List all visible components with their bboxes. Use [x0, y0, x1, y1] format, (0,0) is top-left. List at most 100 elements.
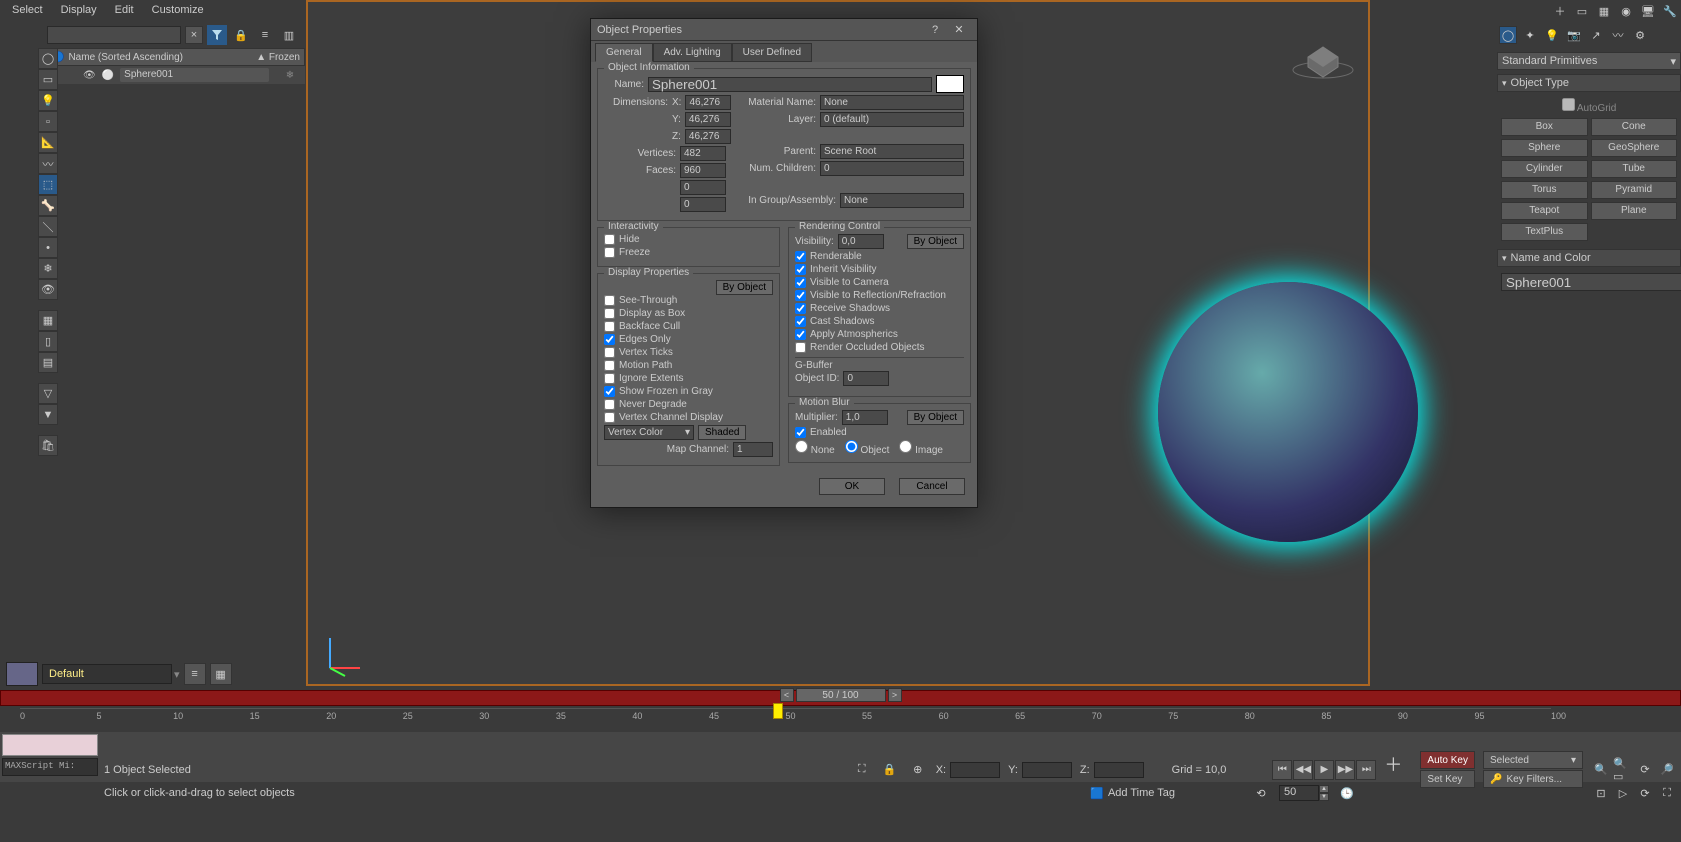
- vcolor-drop[interactable]: Vertex Color▾: [604, 425, 694, 440]
- bag-icon[interactable]: 🛍: [38, 435, 58, 456]
- radio-image[interactable]: Image: [899, 440, 943, 456]
- play[interactable]: ▶: [1314, 760, 1334, 780]
- frame-up[interactable]: ▲: [1319, 785, 1329, 793]
- frozen-cell[interactable]: ❄: [275, 70, 305, 81]
- funnel-icon[interactable]: ▽: [38, 383, 58, 404]
- shape-icon[interactable]: ▫: [38, 111, 58, 132]
- map-channel[interactable]: 1: [733, 442, 773, 457]
- objid-spinner[interactable]: 0: [843, 371, 889, 386]
- helper-icon[interactable]: 〰: [38, 153, 58, 174]
- chk-render-occluded[interactable]: Render Occluded Objects: [795, 342, 964, 353]
- all-icon[interactable]: ◯: [38, 48, 58, 69]
- btn-tube[interactable]: Tube: [1591, 160, 1678, 178]
- list-icon[interactable]: ≡: [255, 25, 275, 45]
- key-nav-icon[interactable]: ⟲: [1251, 783, 1271, 803]
- colsB-icon[interactable]: ▯: [38, 331, 58, 352]
- sphere-object[interactable]: [1158, 282, 1418, 542]
- chk-never-degrade[interactable]: Never Degrade: [604, 399, 773, 410]
- header-frozen[interactable]: ▲ Frozen: [256, 52, 300, 63]
- add-time-tag[interactable]: 🟦 Add Time Tag: [1090, 787, 1175, 800]
- y-input[interactable]: [1022, 762, 1072, 778]
- chk-vis-refl[interactable]: Visible to Reflection/Refraction: [795, 290, 964, 301]
- link-icon[interactable]: ▦: [1595, 2, 1613, 20]
- menu-display[interactable]: Display: [61, 4, 97, 16]
- prev-frame[interactable]: ◀◀: [1293, 760, 1313, 780]
- light-icon[interactable]: 💡: [38, 90, 58, 111]
- pan-icon[interactable]: 🔎: [1657, 760, 1677, 780]
- close-button[interactable]: ✕: [947, 21, 971, 39]
- menu-customize[interactable]: Customize: [152, 4, 204, 16]
- layer-toggle-icon[interactable]: ▦: [210, 663, 232, 685]
- btn-cone[interactable]: Cone: [1591, 118, 1678, 136]
- object-name-input[interactable]: [1501, 273, 1681, 291]
- chk-inherit-vis[interactable]: Inherit Visibility: [795, 264, 964, 275]
- spacewarp-cat-icon[interactable]: 〰: [1609, 26, 1627, 44]
- row-name[interactable]: Sphere001: [120, 68, 269, 82]
- dialog-titlebar[interactable]: Object Properties ? ✕: [591, 19, 977, 41]
- color-swatch[interactable]: [936, 75, 964, 93]
- eye-icon[interactable]: 👁: [38, 279, 58, 300]
- time-config-icon[interactable]: 🕒: [1337, 783, 1357, 803]
- zoom-region-icon[interactable]: 🔍▭: [1613, 760, 1633, 780]
- by-object-display[interactable]: By Object: [716, 280, 773, 295]
- tab-adv-lighting[interactable]: Adv. Lighting: [653, 43, 732, 62]
- time-prev[interactable]: <: [780, 688, 794, 702]
- menu-edit[interactable]: Edit: [115, 4, 134, 16]
- chk-display-box[interactable]: Display as Box: [604, 308, 773, 319]
- chk-vis-camera[interactable]: Visible to Camera: [795, 277, 964, 288]
- btn-geosphere[interactable]: GeoSphere: [1591, 139, 1678, 157]
- max-icon[interactable]: ⛶: [1657, 783, 1677, 803]
- goto-start[interactable]: ⏮: [1272, 760, 1292, 780]
- systems-cat-icon[interactable]: ⚙: [1631, 26, 1649, 44]
- chk-see-through[interactable]: See-Through: [604, 295, 773, 306]
- helper-cat-icon[interactable]: ↗: [1587, 26, 1605, 44]
- chk-edges-only[interactable]: Edges Only: [604, 334, 773, 345]
- time-ruler[interactable]: 0510152025303540455055606570758085909510…: [20, 708, 1551, 732]
- layer-stack-icon[interactable]: ≡: [184, 663, 206, 685]
- fov-icon[interactable]: ▷: [1613, 783, 1633, 803]
- next-frame[interactable]: ▶▶: [1335, 760, 1355, 780]
- orbit-icon[interactable]: ⟳: [1635, 760, 1655, 780]
- colsC-icon[interactable]: ▤: [38, 352, 58, 373]
- chk-hide[interactable]: Hide: [604, 234, 773, 245]
- display-icon[interactable]: 🖥: [1639, 2, 1657, 20]
- chk-renderable[interactable]: Renderable: [795, 251, 964, 262]
- chk-motion-path[interactable]: Motion Path: [604, 360, 773, 371]
- btn-shaded[interactable]: Shaded: [698, 425, 746, 440]
- time-label[interactable]: 50 / 100: [796, 688, 886, 702]
- btn-pyramid[interactable]: Pyramid: [1591, 181, 1678, 199]
- tab-user-defined[interactable]: User Defined: [732, 43, 812, 62]
- btn-sphere[interactable]: Sphere: [1501, 139, 1588, 157]
- sphere-cat-icon[interactable]: ◯: [1499, 26, 1517, 44]
- menu-select[interactable]: Select: [12, 4, 43, 16]
- coord-icon[interactable]: ⊕: [908, 760, 928, 780]
- lock-status-icon[interactable]: 🔒: [880, 760, 900, 780]
- chk-enabled[interactable]: Enabled: [795, 427, 964, 438]
- select-rect-icon[interactable]: ▭: [1573, 2, 1591, 20]
- shapes-cat-icon[interactable]: ✦: [1521, 26, 1539, 44]
- btn-box[interactable]: Box: [1501, 118, 1588, 136]
- geometry-icon[interactable]: ▭: [38, 69, 58, 90]
- iso-icon[interactable]: ⛶: [852, 760, 872, 780]
- sort-icon[interactable]: ▼: [38, 404, 58, 425]
- plus-icon[interactable]: ＋: [1551, 2, 1569, 20]
- btn-plane[interactable]: Plane: [1591, 202, 1678, 220]
- radio-none[interactable]: None: [795, 440, 835, 456]
- time-slider[interactable]: < 50 / 100 >: [780, 688, 902, 702]
- lock-icon[interactable]: 🔒: [231, 25, 251, 45]
- layer-dropdown[interactable]: Default: [42, 664, 172, 684]
- particle-icon[interactable]: •: [38, 237, 58, 258]
- by-object-render[interactable]: By Object: [907, 234, 964, 249]
- container-icon[interactable]: ＼: [38, 216, 58, 237]
- chk-ignore-extents[interactable]: Ignore Extents: [604, 373, 773, 384]
- chk-vchannel[interactable]: Vertex Channel Display: [604, 412, 773, 423]
- name-field[interactable]: [648, 77, 932, 92]
- chk-cast-shadows[interactable]: Cast Shadows: [795, 316, 964, 327]
- btn-cylinder[interactable]: Cylinder: [1501, 160, 1588, 178]
- zoom-icon[interactable]: 🔍: [1591, 760, 1611, 780]
- key-mode-dropdown[interactable]: Selected▾: [1483, 751, 1583, 769]
- goto-end[interactable]: ⏭: [1356, 760, 1376, 780]
- clear-search-button[interactable]: ×: [185, 26, 203, 44]
- rollout-object-type[interactable]: Object Type: [1497, 74, 1681, 92]
- ok-button[interactable]: OK: [819, 478, 885, 495]
